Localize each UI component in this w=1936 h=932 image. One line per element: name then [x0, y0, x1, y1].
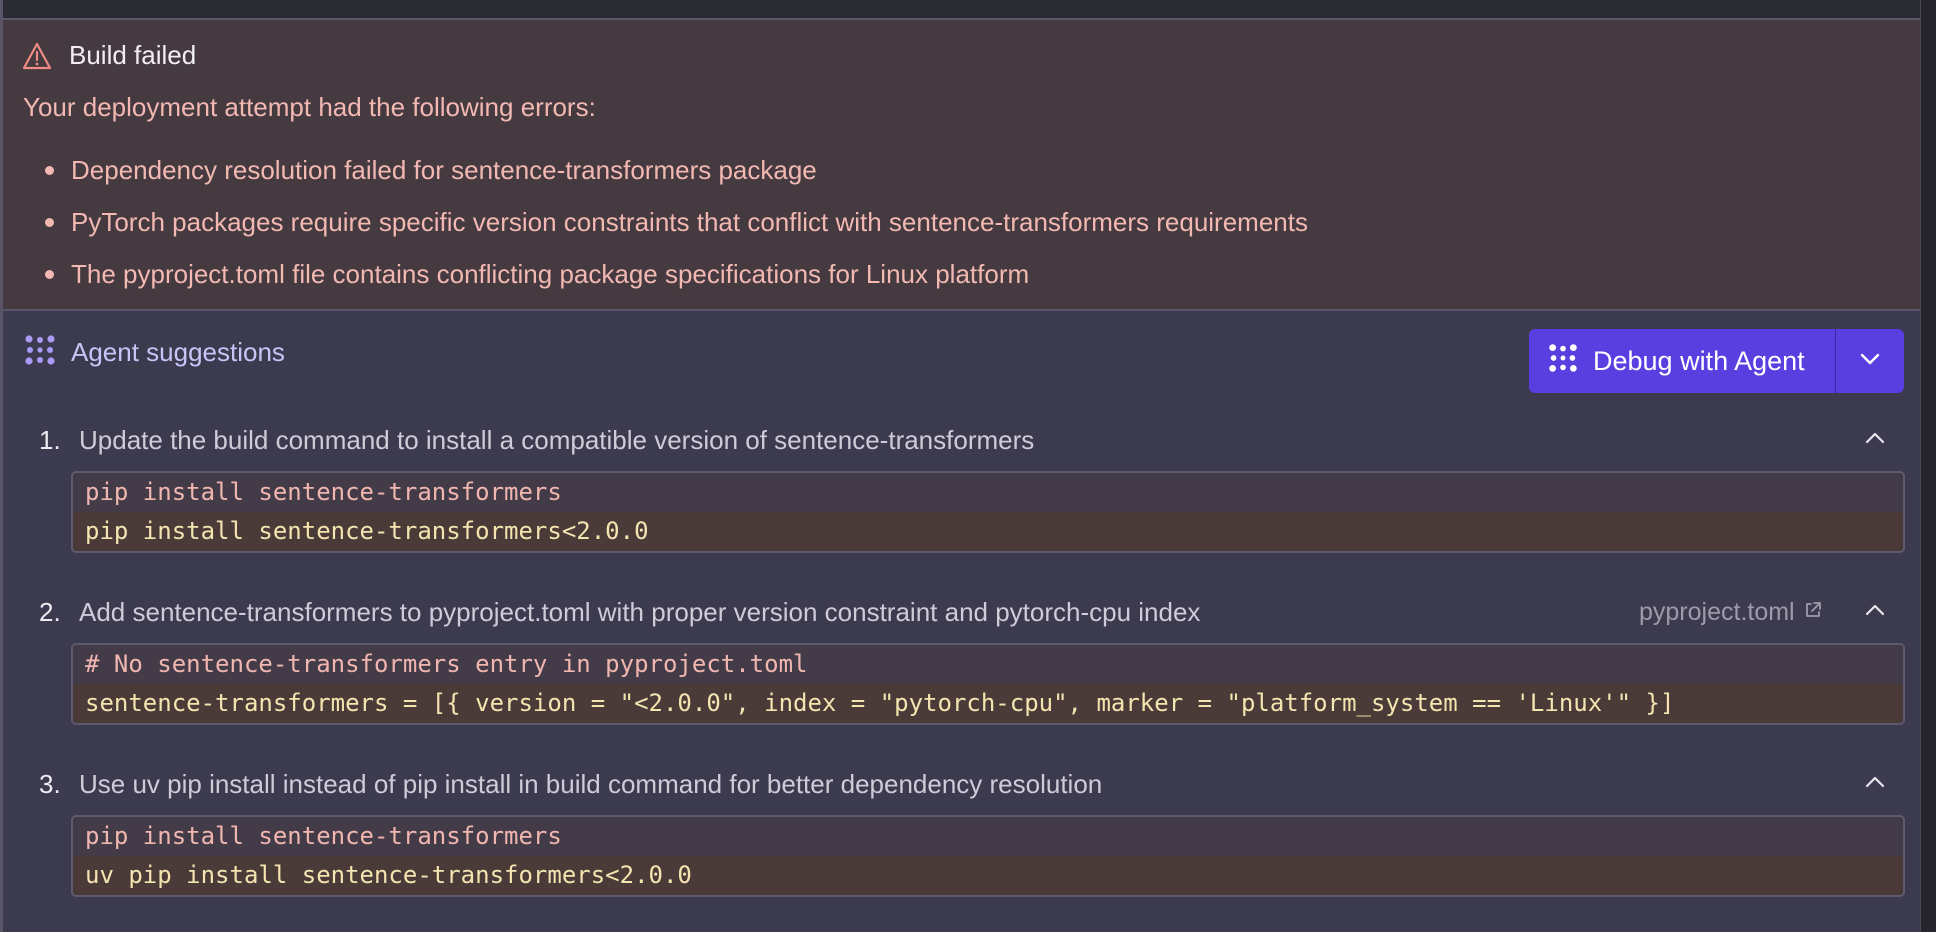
- file-link-label: pyproject.toml: [1639, 597, 1795, 626]
- warning-triangle-icon: [21, 41, 53, 71]
- error-intro: Your deployment attempt had the followin…: [23, 92, 596, 122]
- file-link[interactable]: pyproject.toml: [1639, 592, 1823, 632]
- scrollbar-gutter[interactable]: [1920, 0, 1936, 932]
- collapse-step-button[interactable]: [1859, 596, 1891, 628]
- top-bar: [3, 0, 1920, 20]
- diff-added-line: sentence-transformers = [{ version = "<2…: [73, 684, 1903, 723]
- build-error-panel: Build failed Your deployment attempt had…: [3, 20, 1920, 311]
- collapse-step-button[interactable]: [1859, 768, 1891, 800]
- external-link-icon: [1803, 598, 1823, 627]
- chevron-up-icon: [1864, 431, 1886, 450]
- error-item-text: PyTorch packages require specific versio…: [71, 207, 1308, 237]
- code-diff: pip install sentence-transformers uv pip…: [71, 815, 1905, 897]
- chevron-up-icon: [1864, 775, 1886, 794]
- step-header: 3. Use uv pip install instead of pip ins…: [39, 764, 1102, 804]
- step-number: 2.: [39, 596, 61, 627]
- step-description: Add sentence-transformers to pyproject.t…: [79, 596, 1201, 627]
- step-number: 1.: [39, 424, 61, 455]
- error-item: The pyproject.toml file contains conflic…: [3, 248, 1308, 300]
- error-list: Dependency resolution failed for sentenc…: [3, 144, 1308, 300]
- error-title-row: Build failed: [21, 40, 196, 71]
- agent-icon: [23, 333, 57, 372]
- step-description: Update the build command to install a co…: [79, 424, 1035, 455]
- chevron-down-icon: [1859, 352, 1881, 371]
- debug-button-label: Debug with Agent: [1593, 345, 1805, 376]
- agent-suggestions-label: Agent suggestions: [71, 337, 285, 367]
- bullet: [45, 218, 54, 227]
- diff-removed-line: # No sentence-transformers entry in pypr…: [73, 645, 1903, 684]
- agent-suggestions-header: Agent suggestions: [23, 333, 285, 372]
- debug-with-agent-button[interactable]: Debug with Agent: [1529, 329, 1835, 393]
- step-header: 2. Add sentence-transformers to pyprojec…: [39, 592, 1200, 632]
- debug-button-group: Debug with Agent: [1529, 329, 1904, 393]
- diff-added-line: pip install sentence-transformers<2.0.0: [73, 512, 1903, 551]
- collapse-step-button[interactable]: [1859, 424, 1891, 456]
- error-item: Dependency resolution failed for sentenc…: [3, 144, 1308, 196]
- step-header: 1. Update the build command to install a…: [39, 420, 1034, 460]
- debug-options-dropdown[interactable]: [1836, 329, 1904, 393]
- error-item-text: Dependency resolution failed for sentenc…: [71, 155, 817, 185]
- diff-added-line: uv pip install sentence-transformers<2.0…: [73, 856, 1903, 895]
- error-item-text: The pyproject.toml file contains conflic…: [71, 259, 1030, 289]
- code-diff: # No sentence-transformers entry in pypr…: [71, 643, 1905, 725]
- code-diff: pip install sentence-transformers pip in…: [71, 471, 1905, 553]
- error-item: PyTorch packages require specific versio…: [3, 196, 1308, 248]
- step-description: Use uv pip install instead of pip instal…: [79, 768, 1103, 799]
- error-title: Build failed: [69, 40, 197, 70]
- chevron-up-icon: [1864, 603, 1886, 622]
- bullet: [45, 166, 54, 175]
- diff-removed-line: pip install sentence-transformers: [73, 817, 1903, 856]
- agent-suggestions-panel: Agent suggestions Debug with Agent 1. Up…: [3, 311, 1920, 932]
- agent-icon: [1547, 342, 1579, 381]
- step-number: 3.: [39, 768, 61, 799]
- bullet: [45, 270, 54, 279]
- deployment-panel: Build failed Your deployment attempt had…: [0, 0, 1920, 932]
- diff-removed-line: pip install sentence-transformers: [73, 473, 1903, 512]
